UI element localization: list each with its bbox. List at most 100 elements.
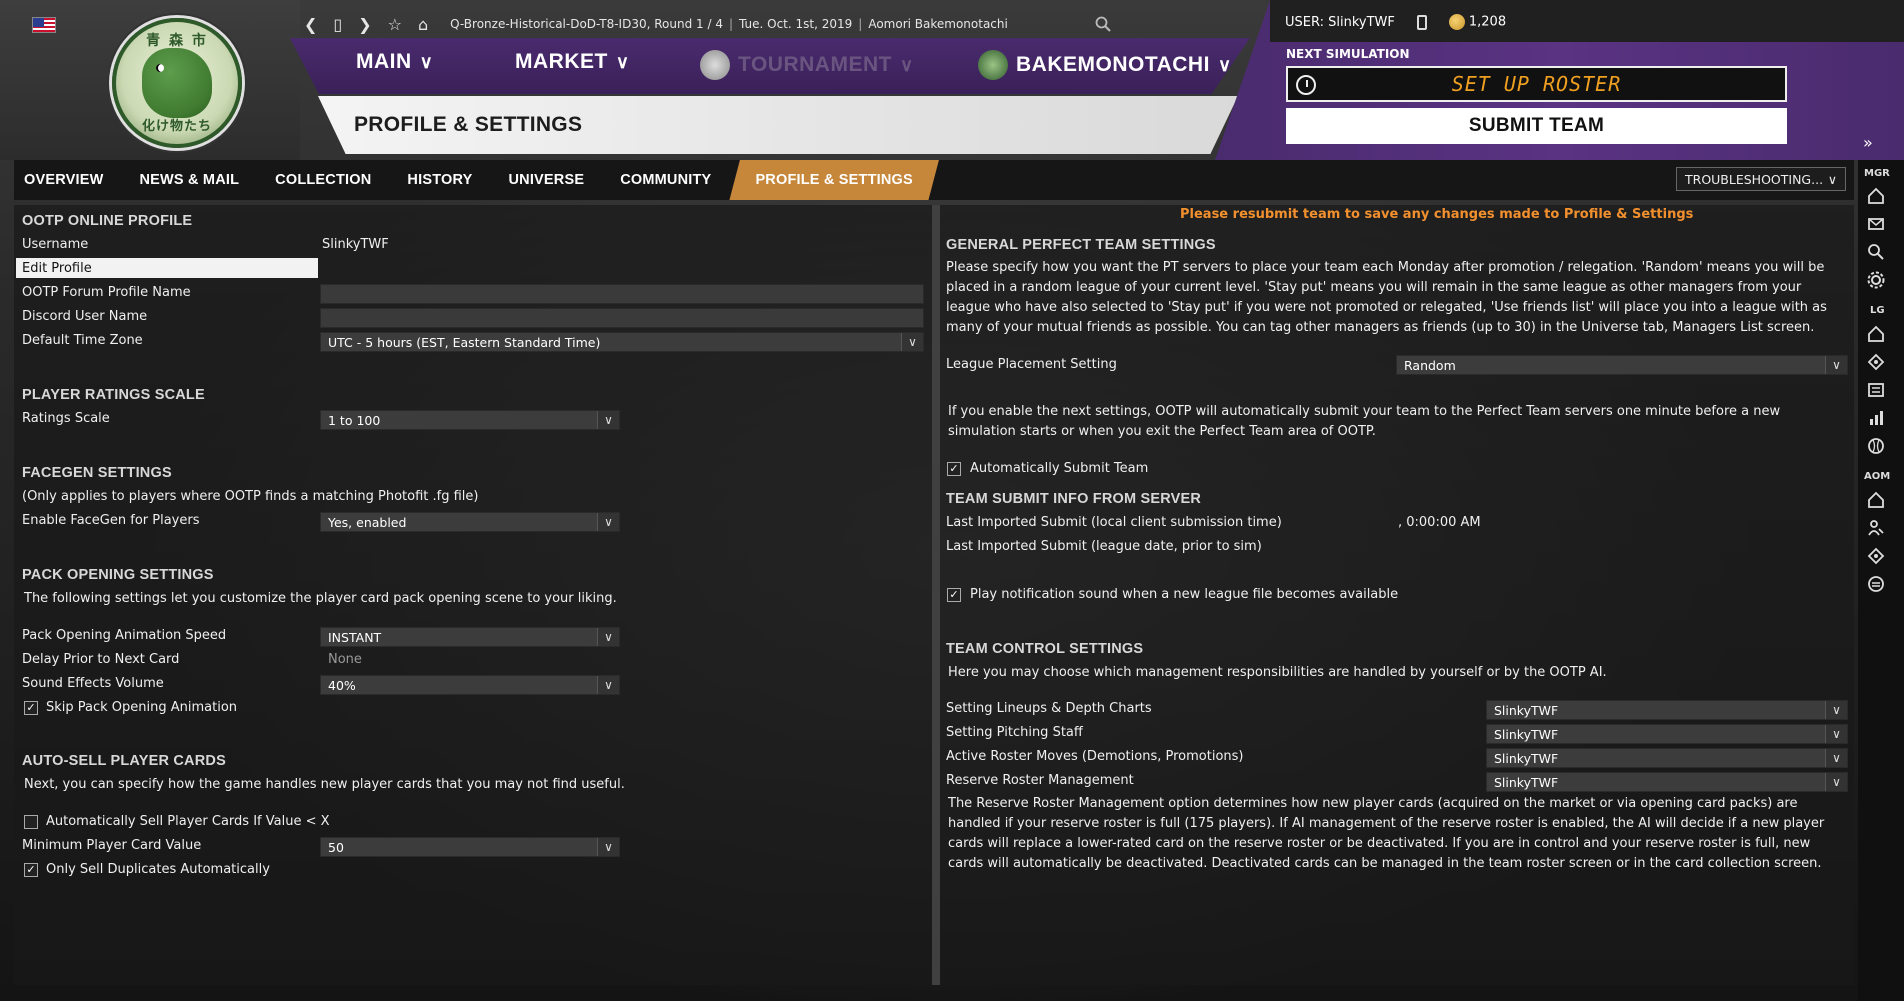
tab-profile-settings[interactable]: PROFILE & SETTINGS: [729, 160, 939, 200]
control-row-select[interactable]: SlinkyTWF ∨: [1486, 724, 1848, 744]
breadcrumb: Q-Bronze-Historical-DoD-T8-ID30, Round 1…: [450, 17, 1008, 31]
menu-main[interactable]: MAIN ∨: [356, 50, 433, 74]
control-row-label: Reserve Roster Management: [946, 773, 1134, 788]
mascot-icon: [142, 48, 212, 118]
min-value-value: 50: [328, 839, 344, 855]
mail-icon[interactable]: [1866, 214, 1886, 234]
bar-chart-icon[interactable]: [1866, 408, 1886, 428]
baseball-icon[interactable]: [1866, 436, 1886, 456]
tab-overview[interactable]: OVERVIEW: [14, 160, 122, 200]
user-label[interactable]: USER: SlinkyTWF: [1285, 15, 1395, 30]
facegen-title: FACEGEN SETTINGS: [22, 465, 172, 481]
expand-icon[interactable]: »: [1863, 133, 1873, 152]
last-local-label: Last Imported Submit (local client submi…: [946, 515, 1282, 530]
pack-volume-select[interactable]: 40% ∨: [320, 675, 620, 695]
min-value-label: Minimum Player Card Value: [22, 838, 202, 853]
last-league-label: Last Imported Submit (league date, prior…: [946, 539, 1262, 554]
skip-pack-checkbox[interactable]: ✓: [24, 701, 38, 715]
forward-arrow-icon[interactable]: ❯: [358, 15, 371, 34]
home-icon[interactable]: [1866, 186, 1886, 206]
pack-volume-label: Sound Effects Volume: [22, 676, 164, 691]
main-menu: MAIN ∨ MARKET ∨ TOURNAMENT ∨ BAKEMONOTACHI ∨: [290, 38, 1250, 94]
forum-name-input[interactable]: [320, 284, 924, 304]
home-icon[interactable]: [1866, 490, 1886, 510]
page-icon[interactable]: ▯: [333, 15, 342, 34]
pack-delay-value: None: [328, 652, 362, 667]
ratings-title: PLAYER RATINGS SCALE: [22, 387, 205, 403]
placement-label: League Placement Setting: [946, 357, 1117, 372]
sidebar-mgr-label: MGR: [1864, 168, 1890, 179]
auto-submit-label: Automatically Submit Team: [970, 461, 1149, 476]
autosell-checkbox[interactable]: [24, 815, 38, 829]
control-row-value: SlinkyTWF: [1494, 726, 1559, 742]
discord-input[interactable]: [320, 308, 924, 328]
submit-team-button[interactable]: SUBMIT TEAM: [1286, 108, 1787, 144]
panel-divider: [932, 205, 940, 985]
placement-select[interactable]: Random ∨: [1396, 355, 1848, 375]
ratings-scale-select[interactable]: 1 to 100 ∨: [320, 410, 620, 430]
tab-community[interactable]: COMMUNITY: [602, 160, 729, 200]
pack-delay-label: Delay Prior to Next Card: [22, 652, 180, 667]
sound-checkbox[interactable]: ✓: [947, 588, 961, 602]
chevron-down-icon: ∨: [597, 628, 619, 646]
gear-icon[interactable]: [1866, 270, 1886, 290]
autosell-label: Automatically Sell Player Cards If Value…: [46, 814, 330, 829]
pack-desc: The following settings let you customize…: [24, 591, 617, 606]
search-icon[interactable]: [1095, 16, 1111, 32]
facegen-enable-select[interactable]: Yes, enabled ∨: [320, 512, 620, 532]
control-row-value: SlinkyTWF: [1494, 702, 1559, 718]
facegen-note: (Only applies to players where OOTP find…: [22, 489, 479, 504]
discord-label: Discord User Name: [22, 309, 148, 324]
general-desc: Please specify how you want the PT serve…: [946, 260, 1827, 335]
edit-profile-button[interactable]: Edit Profile: [16, 258, 318, 278]
auto-submit-checkbox[interactable]: ✓: [947, 462, 961, 476]
team-logo[interactable]: 青 森 市 化け物たち: [112, 18, 242, 148]
page-title: PROFILE & SETTINGS: [354, 113, 583, 136]
tab-collection[interactable]: COLLECTION: [257, 160, 389, 200]
control-row-label: Setting Lineups & Depth Charts: [946, 701, 1152, 716]
pack-speed-value: INSTANT: [328, 629, 382, 645]
timezone-select[interactable]: UTC - 5 hours (EST, Eastern Standard Tim…: [320, 332, 924, 352]
us-flag-icon[interactable]: [32, 17, 56, 33]
facegen-enable-value: Yes, enabled: [328, 514, 407, 530]
home-icon[interactable]: ⌂: [418, 15, 428, 34]
pack-speed-label: Pack Opening Animation Speed: [22, 628, 227, 643]
troubleshooting-dropdown[interactable]: TROUBLESHOOTING... ∨: [1676, 167, 1846, 191]
coins[interactable]: 1,208: [1448, 14, 1506, 30]
tournament-icon: [700, 50, 730, 80]
dup-label: Only Sell Duplicates Automatically: [46, 862, 270, 877]
tab-history[interactable]: HISTORY: [389, 160, 490, 200]
setup-roster-display[interactable]: SET UP ROSTER: [1286, 66, 1787, 102]
transactions-icon[interactable]: [1866, 574, 1886, 594]
control-row-select[interactable]: SlinkyTWF ∨: [1486, 748, 1848, 768]
control-title: TEAM CONTROL SETTINGS: [946, 641, 1144, 657]
dup-checkbox[interactable]: ✓: [24, 863, 38, 877]
autosell-title: AUTO-SELL PLAYER CARDS: [22, 753, 226, 769]
min-value-select[interactable]: 50 ∨: [320, 837, 620, 857]
home-icon[interactable]: [1866, 324, 1886, 344]
control-row-label: Setting Pitching Staff: [946, 725, 1083, 740]
menu-team[interactable]: BAKEMONOTACHI ∨: [978, 50, 1232, 80]
control-row-select[interactable]: SlinkyTWF ∨: [1486, 700, 1848, 720]
troubleshooting-label: TROUBLESHOOTING...: [1685, 171, 1824, 187]
search-icon[interactable]: [1866, 242, 1886, 262]
online-profile-title: OOTP ONLINE PROFILE: [22, 213, 193, 229]
diamond-icon[interactable]: [1866, 546, 1886, 566]
tab-universe[interactable]: UNIVERSE: [490, 160, 602, 200]
phone-icon[interactable]: [1416, 14, 1427, 30]
menu-market[interactable]: MARKET ∨: [515, 50, 630, 74]
next-simulation-label: NEXT SIMULATION: [1286, 47, 1410, 61]
news-icon[interactable]: [1866, 380, 1886, 400]
control-row-select[interactable]: SlinkyTWF ∨: [1486, 772, 1848, 792]
pack-speed-select[interactable]: INSTANT ∨: [320, 627, 620, 647]
menu-tournament[interactable]: TOURNAMENT ∨: [700, 50, 914, 80]
diamond-icon[interactable]: [1866, 352, 1886, 372]
chevron-down-icon: ∨: [901, 333, 923, 351]
reserve-desc: The Reserve Roster Management option det…: [948, 796, 1825, 871]
back-arrow-icon[interactable]: ❮: [304, 15, 317, 34]
roster-icon[interactable]: [1866, 518, 1886, 538]
star-icon[interactable]: ☆: [388, 15, 402, 34]
chevron-down-icon: ∨: [1825, 749, 1847, 767]
chevron-down-icon: ∨: [597, 411, 619, 429]
tab-news-mail[interactable]: NEWS & MAIL: [122, 160, 258, 200]
